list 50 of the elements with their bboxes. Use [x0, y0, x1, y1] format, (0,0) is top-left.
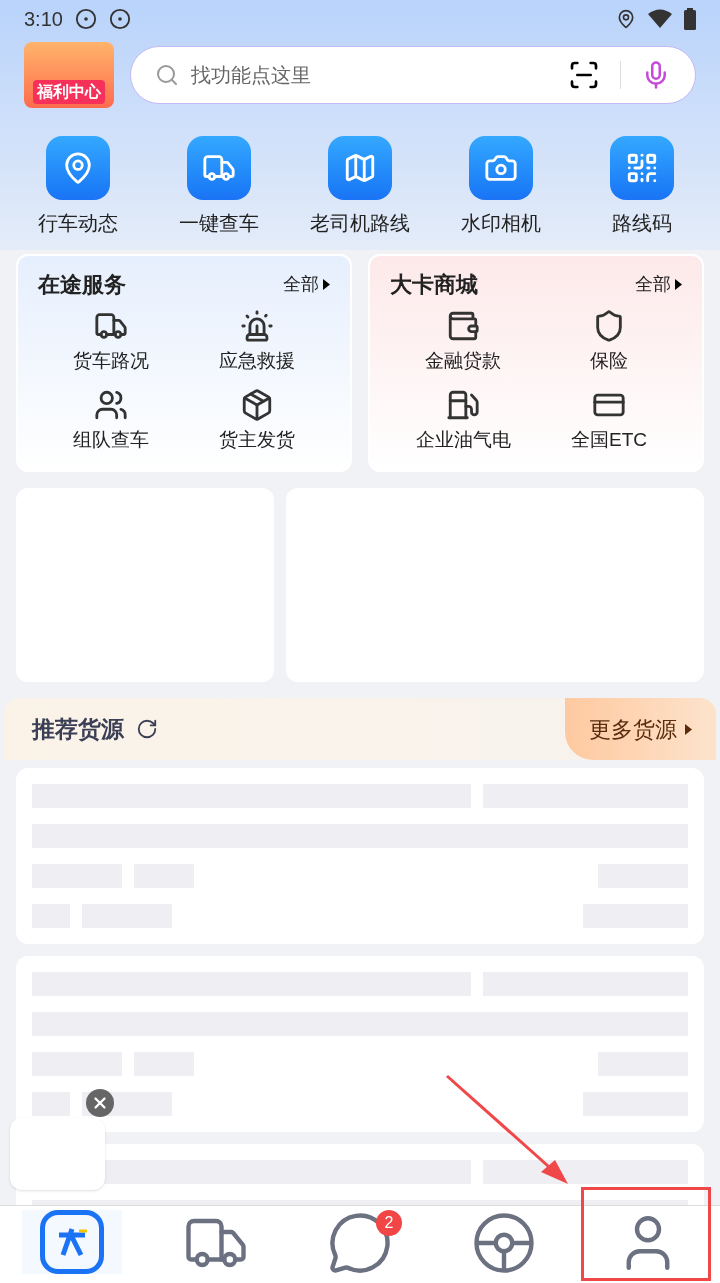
- nav-tab[interactable]: [22, 1210, 122, 1274]
- tool-label[interactable]: 路线码: [611, 208, 672, 238]
- service-item[interactable]: 组队查车: [73, 425, 149, 454]
- tool-button[interactable]: [187, 136, 252, 200]
- status-time: 3:10: [24, 7, 63, 32]
- app-notification-icon: [108, 8, 131, 30]
- recommend-title: 推荐货源: [32, 714, 124, 744]
- service-item[interactable]: 货车路况: [73, 347, 149, 376]
- tool-button[interactable]: [468, 136, 533, 200]
- wallet-icon: [446, 309, 480, 343]
- tool-label[interactable]: 水印相机: [460, 208, 541, 238]
- tool-button[interactable]: [609, 136, 674, 200]
- search-bar[interactable]: 找功能点这里: [130, 46, 696, 104]
- refresh-icon[interactable]: [136, 718, 158, 740]
- tool-label[interactable]: 老司机路线: [310, 208, 410, 238]
- chat-icon: [327, 1210, 393, 1276]
- service-item[interactable]: 应急救援: [219, 347, 295, 376]
- welfare-center-badge[interactable]: 福利中心: [24, 42, 114, 108]
- panel-title: 大卡商城: [390, 271, 478, 299]
- close-icon: [91, 1094, 109, 1112]
- tool-label[interactable]: 行车动态: [38, 208, 119, 238]
- service-item[interactable]: 货主发货: [219, 425, 295, 454]
- caret-icon: [685, 723, 692, 735]
- service-item[interactable]: 企业油气电: [415, 425, 511, 454]
- unread-badge: 2: [376, 1210, 402, 1236]
- service-item[interactable]: 全国ETC: [571, 425, 647, 454]
- battery-icon: [684, 8, 696, 30]
- package-icon: [240, 387, 274, 422]
- tool-button[interactable]: [328, 136, 392, 200]
- wifi-icon: [648, 9, 672, 29]
- app-notification-icon: [74, 8, 97, 30]
- panel-title: 在途服务: [38, 271, 126, 299]
- service-item[interactable]: 金融贷款: [425, 347, 501, 376]
- tool-button[interactable]: [46, 136, 111, 200]
- home-logo-icon: [40, 1210, 104, 1274]
- map-icon: [343, 151, 377, 185]
- search-icon: [155, 63, 179, 87]
- all-link[interactable]: 全部: [283, 271, 319, 298]
- search-input[interactable]: 找功能点这里: [191, 60, 556, 90]
- caret-icon: [675, 279, 682, 290]
- caret-icon: [323, 279, 330, 290]
- service-item[interactable]: 保险: [590, 347, 628, 376]
- siren-icon: [240, 309, 274, 343]
- location-icon: [616, 9, 636, 29]
- all-link[interactable]: 全部: [635, 271, 671, 298]
- scan-icon[interactable]: [568, 59, 600, 91]
- more-cargo-tab[interactable]: 更多货源: [565, 698, 716, 760]
- tool-label[interactable]: 一键查车: [179, 208, 260, 238]
- nav-tab[interactable]: 2: [310, 1210, 410, 1276]
- steering-wheel-icon: [471, 1210, 537, 1276]
